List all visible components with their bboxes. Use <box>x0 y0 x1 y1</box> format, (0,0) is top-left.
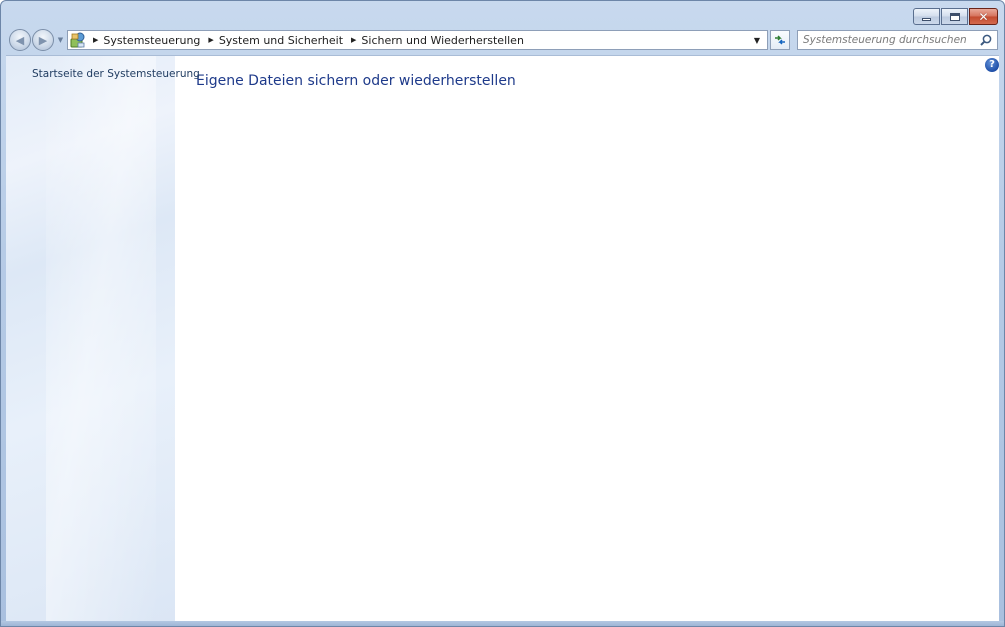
window-bottom-border <box>1 621 1004 626</box>
task-pane: Startseite der Systemsteuerung <box>6 56 200 624</box>
content-area: Startseite der Systemsteuerung Eigene Da… <box>6 55 999 624</box>
close-button[interactable]: ✕ <box>969 8 998 25</box>
refresh-icon <box>775 35 785 45</box>
back-button[interactable]: ◀ <box>9 29 31 51</box>
breadcrumb: ▶ Systemsteuerung ▶ System und Sicherhei… <box>91 34 524 47</box>
forward-arrow-icon: ▶ <box>38 33 48 47</box>
maximize-icon <box>949 12 960 21</box>
breadcrumb-system-und-sicherheit[interactable]: System und Sicherheit <box>219 34 343 47</box>
search-box <box>797 30 998 50</box>
breadcrumb-separator-icon[interactable]: ▶ <box>351 36 356 44</box>
chevron-down-icon: ▼ <box>753 35 761 45</box>
caption-buttons: ✕ <box>913 8 998 25</box>
search-input[interactable] <box>803 34 978 46</box>
minimize-icon <box>922 18 931 21</box>
maximize-button[interactable] <box>941 8 968 25</box>
address-dropdown-button[interactable]: ▼ <box>749 31 765 49</box>
refresh-button[interactable] <box>770 30 790 50</box>
minimize-button[interactable] <box>913 8 940 25</box>
navigation-bar: ◀ ▶ ▼ ▶ Systemsteuerung ▶ System und Sic… <box>1 27 1004 54</box>
breadcrumb-separator-icon[interactable]: ▶ <box>93 36 98 44</box>
close-icon: ✕ <box>978 9 989 24</box>
control-panel-icon <box>69 31 87 49</box>
back-arrow-icon: ◀ <box>15 33 25 47</box>
address-bar[interactable]: ▶ Systemsteuerung ▶ System und Sicherhei… <box>67 30 768 50</box>
forward-button[interactable]: ▶ <box>32 29 54 51</box>
recent-pages-dropdown[interactable]: ▼ <box>56 36 65 45</box>
breadcrumb-sichern-und-wiederherstellen[interactable]: Sichern und Wiederherstellen <box>361 34 524 47</box>
explorer-window: ✕ ◀ ▶ ▼ ▶ Systemsteuerung ▶ System und S… <box>0 0 1005 627</box>
control-panel-home-link[interactable]: Startseite der Systemsteuerung <box>32 68 200 80</box>
breadcrumb-systemsteuerung[interactable]: Systemsteuerung <box>103 34 200 47</box>
breadcrumb-separator-icon[interactable]: ▶ <box>208 36 213 44</box>
magnifier-icon[interactable] <box>979 33 993 47</box>
page-title: Eigene Dateien sichern oder wiederherste… <box>196 73 516 89</box>
help-icon[interactable]: ? <box>985 58 999 72</box>
